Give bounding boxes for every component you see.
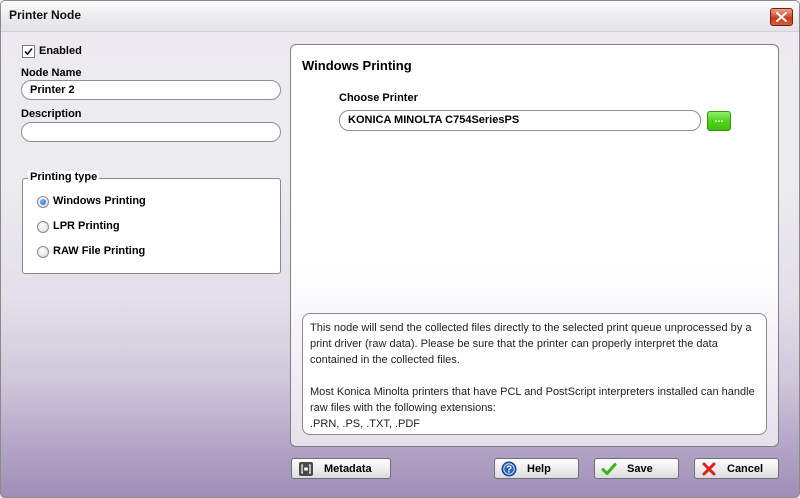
save-check-icon <box>601 463 617 475</box>
checkmark-icon <box>24 47 33 56</box>
browse-printer-button[interactable]: ... <box>707 111 731 131</box>
node-name-input[interactable]: Printer 2 <box>21 80 281 100</box>
title-bar: Printer Node <box>1 1 799 32</box>
save-button[interactable]: Save <box>594 458 679 479</box>
printer-select-field[interactable]: KONICA MINOLTA C754SeriesPS <box>339 110 701 131</box>
help-icon: ? <box>501 461 517 477</box>
radio-raw-file-printing-label[interactable]: RAW File Printing <box>53 245 145 257</box>
help-button-label: Help <box>527 463 551 475</box>
cancel-x-icon <box>702 462 716 476</box>
metadata-button-label: Metadata <box>324 463 372 475</box>
info-box: This node will send the collected files … <box>302 313 767 435</box>
description-label: Description <box>21 108 82 120</box>
printing-type-legend: Printing type <box>28 171 100 183</box>
help-button[interactable]: ? Help <box>494 458 579 479</box>
radio-raw-file-printing[interactable] <box>37 246 49 258</box>
save-button-label: Save <box>627 463 653 475</box>
window-title: Printer Node <box>9 8 82 22</box>
enabled-checkbox[interactable] <box>22 45 35 58</box>
metadata-icon <box>299 462 313 476</box>
info-paragraph-1: This node will send the collected files … <box>310 322 752 366</box>
radio-lpr-printing-label[interactable]: LPR Printing <box>53 220 120 232</box>
radio-windows-printing[interactable] <box>37 196 49 208</box>
cancel-button[interactable]: Cancel <box>694 458 779 479</box>
close-icon <box>776 12 787 22</box>
info-paragraph-3: .PRN, .PS, .TXT, .PDF <box>310 418 421 430</box>
cancel-button-label: Cancel <box>727 463 764 475</box>
svg-text:?: ? <box>506 465 512 476</box>
node-name-label: Node Name <box>21 67 82 79</box>
radio-lpr-printing[interactable] <box>37 221 49 233</box>
metadata-button[interactable]: Metadata <box>291 458 391 479</box>
radio-windows-printing-label[interactable]: Windows Printing <box>53 195 146 207</box>
choose-printer-label: Choose Printer <box>339 92 418 104</box>
close-button[interactable] <box>770 8 793 26</box>
panel-heading: Windows Printing <box>302 58 412 73</box>
info-paragraph-2: Most Konica Minolta printers that have P… <box>310 386 755 414</box>
enabled-label: Enabled <box>39 45 82 57</box>
description-input[interactable] <box>21 122 281 142</box>
